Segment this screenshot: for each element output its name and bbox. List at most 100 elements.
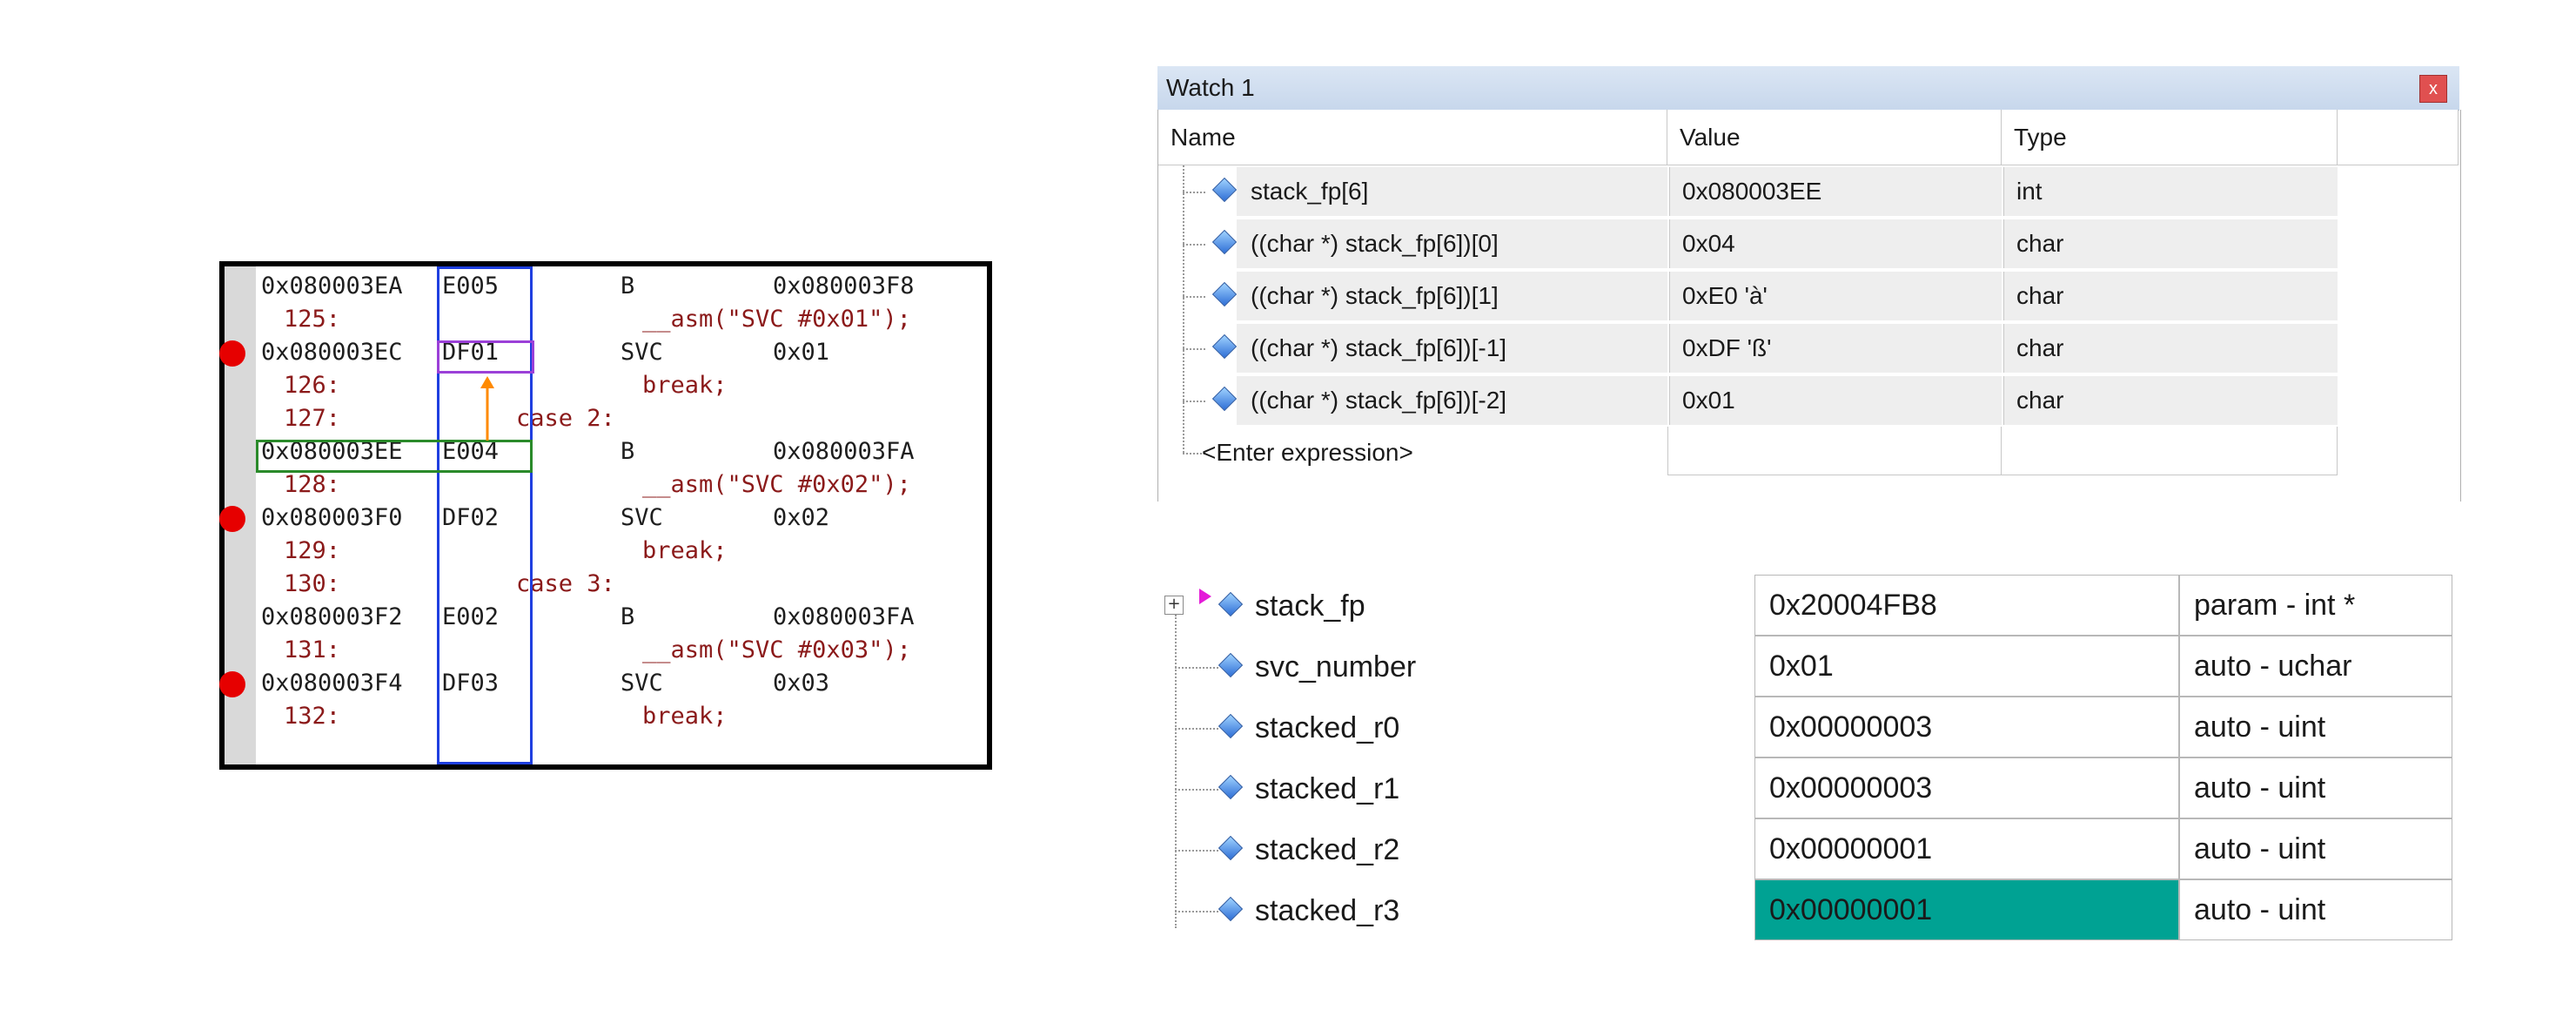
instruction-address: 0x080003F4	[261, 667, 403, 700]
disasm-source-row[interactable]: 130: case 3:	[225, 568, 987, 601]
local-type-cell: auto - uint	[2179, 758, 2452, 818]
tree-connector	[1175, 667, 1218, 669]
tree-connector	[1183, 244, 1205, 246]
local-name-cell[interactable]: stacked_r2	[1241, 820, 1754, 879]
watch-type-cell: char	[2003, 219, 2338, 268]
source-line-number: 127:	[284, 402, 340, 435]
source-text: __asm("SVC #0x03");	[642, 634, 911, 667]
column-header-extra	[2338, 110, 2459, 165]
watch-value-cell[interactable]: 0xDF 'ß'	[1669, 324, 2002, 373]
watch-type-cell: char	[2003, 272, 2338, 320]
local-value-cell[interactable]: 0x00000001	[1754, 879, 2179, 940]
operand: 0x080003F8	[773, 270, 915, 303]
local-type-cell: auto - uint	[2179, 879, 2452, 940]
variable-icon	[1212, 387, 1237, 411]
local-type-cell: auto - uint	[2179, 697, 2452, 758]
tree-connector	[1175, 789, 1218, 791]
local-value-cell[interactable]: 0x00000001	[1754, 818, 2179, 879]
current-frame-arrow-icon	[1199, 589, 1211, 604]
disasm-instruction-row[interactable]: 0x080003F2 E002 B 0x080003FA	[225, 601, 987, 634]
column-header-type[interactable]: Type	[2002, 110, 2338, 165]
watch-value-cell[interactable]: 0xE0 'à'	[1669, 272, 2002, 320]
local-name-cell[interactable]: stacked_r3	[1241, 881, 1754, 940]
watch-value-cell[interactable]: 0x04	[1669, 219, 2002, 268]
enter-expression-field[interactable]: <Enter expression>	[1193, 428, 1667, 477]
operand: 0x080003FA	[773, 435, 915, 468]
column-header-name[interactable]: Name	[1158, 110, 1667, 165]
instruction-address: 0x080003F2	[261, 601, 403, 634]
tree-connector	[1183, 296, 1205, 298]
mnemonic: SVC	[621, 336, 663, 369]
local-name-cell[interactable]: stack_fp	[1241, 576, 1754, 636]
variable-icon	[1212, 230, 1237, 254]
tree-connector	[1175, 911, 1218, 912]
watch-name-cell[interactable]: stack_fp[6]	[1237, 167, 1667, 216]
watch-name-cell[interactable]: ((char *) stack_fp[6])[0]	[1237, 219, 1667, 268]
watch-value-cell[interactable]: 0x080003EE	[1669, 167, 2002, 216]
disasm-source-row[interactable]: 126: break;	[225, 369, 987, 402]
watch-value-cell-empty	[1667, 427, 2002, 475]
watch-type-cell-empty	[2002, 427, 2338, 475]
local-type-cell: auto - uint	[2179, 818, 2452, 879]
source-text: __asm("SVC #0x01");	[642, 303, 911, 336]
disasm-instruction-row[interactable]: 0x080003EC DF01 SVC 0x01	[225, 336, 987, 369]
disasm-source-row[interactable]: 128: __asm("SVC #0x02");	[225, 468, 987, 502]
disasm-source-row[interactable]: 131: __asm("SVC #0x03");	[225, 634, 987, 667]
tree-connector	[1183, 348, 1205, 350]
source-line-number: 129:	[284, 535, 340, 568]
watch-type-cell: char	[2003, 324, 2338, 373]
variable-icon	[1218, 897, 1243, 921]
instruction-address: 0x080003EC	[261, 336, 403, 369]
tree-trunk	[1175, 615, 1177, 928]
variable-icon	[1218, 714, 1243, 738]
operand: 0x03	[773, 667, 829, 700]
disasm-instruction-row[interactable]: 0x080003EA E005 B 0x080003F8	[225, 270, 987, 303]
local-name-cell[interactable]: svc_number	[1241, 637, 1754, 697]
tree-trunk	[1183, 165, 1184, 453]
variable-icon	[1212, 334, 1237, 359]
tree-connector	[1183, 192, 1205, 193]
expand-icon[interactable]: +	[1164, 596, 1184, 615]
mnemonic: SVC	[621, 667, 663, 700]
breakpoint-icon[interactable]	[219, 671, 245, 697]
tree-connector	[1175, 850, 1218, 852]
local-value-cell[interactable]: 0x00000003	[1754, 758, 2179, 818]
disasm-source-row[interactable]: 132: break;	[225, 700, 987, 733]
watch-name-cell[interactable]: ((char *) stack_fp[6])[-2]	[1237, 376, 1667, 425]
local-value-cell[interactable]: 0x01	[1754, 636, 2179, 697]
instruction-address: 0x080003F0	[261, 502, 403, 535]
watch-name-cell[interactable]: ((char *) stack_fp[6])[-1]	[1237, 324, 1667, 373]
variable-icon	[1218, 592, 1243, 616]
variable-icon	[1212, 178, 1237, 202]
tree-connector	[1175, 728, 1218, 730]
source-line-number: 125:	[284, 303, 340, 336]
disasm-instruction-row[interactable]: 0x080003F4 DF03 SVC 0x03	[225, 667, 987, 700]
variable-icon	[1218, 775, 1243, 799]
operand: 0x01	[773, 336, 829, 369]
mnemonic: SVC	[621, 502, 663, 535]
source-text: break;	[642, 535, 728, 568]
watch-type-cell: char	[2003, 376, 2338, 425]
mnemonic: B	[621, 435, 634, 468]
breakpoint-icon[interactable]	[219, 340, 245, 367]
column-header-value[interactable]: Value	[1667, 110, 2002, 165]
disasm-source-row[interactable]: 127: case 2:	[225, 402, 987, 435]
disasm-instruction-row[interactable]: 0x080003F0 DF02 SVC 0x02	[225, 502, 987, 535]
disasm-source-row[interactable]: 129: break;	[225, 535, 987, 568]
local-value-cell[interactable]: 0x00000003	[1754, 697, 2179, 758]
mnemonic: B	[621, 601, 634, 634]
local-name-cell[interactable]: stacked_r0	[1241, 698, 1754, 758]
local-name-cell[interactable]: stacked_r1	[1241, 759, 1754, 818]
source-line-number: 131:	[284, 634, 340, 667]
source-line-number: 126:	[284, 369, 340, 402]
close-button[interactable]: x	[2419, 75, 2447, 103]
watch-name-cell[interactable]: ((char *) stack_fp[6])[1]	[1237, 272, 1667, 320]
source-text: break;	[642, 700, 728, 733]
local-type-cell: auto - uchar	[2179, 636, 2452, 697]
watch-value-cell[interactable]: 0x01	[1669, 376, 2002, 425]
disasm-source-row[interactable]: 125: __asm("SVC #0x01");	[225, 303, 987, 336]
source-line-number: 130:	[284, 568, 340, 601]
local-value-cell[interactable]: 0x20004FB8	[1754, 575, 2179, 636]
operand: 0x080003FA	[773, 601, 915, 634]
breakpoint-icon[interactable]	[219, 506, 245, 532]
